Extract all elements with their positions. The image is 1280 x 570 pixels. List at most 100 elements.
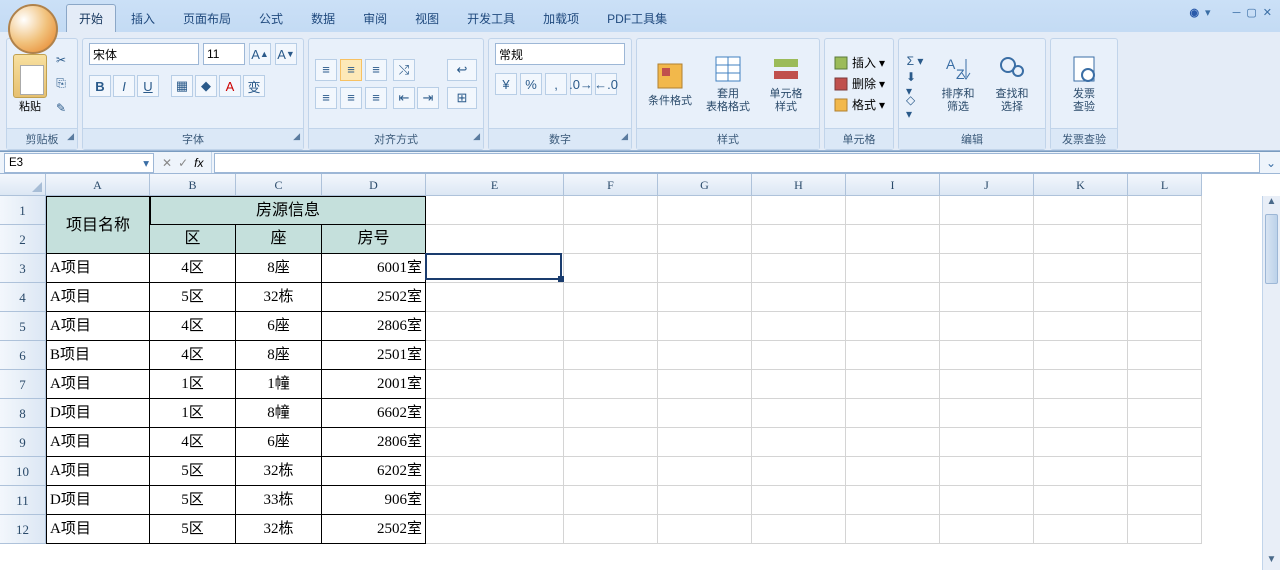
tab-PDF工具集[interactable]: PDF工具集	[594, 4, 680, 32]
insert-cells-button[interactable]: 插入 ▾	[831, 53, 887, 72]
cell-K10[interactable]	[1034, 457, 1128, 486]
cell-K9[interactable]	[1034, 428, 1128, 457]
cell-G7[interactable]	[658, 370, 752, 399]
cell-D12[interactable]: 2502室	[322, 515, 426, 544]
cell-F8[interactable]	[564, 399, 658, 428]
cell-C7[interactable]: 1幢	[236, 370, 322, 399]
col-header-B[interactable]: B	[150, 174, 236, 196]
cell-H8[interactable]	[752, 399, 846, 428]
cell-E8[interactable]	[426, 399, 564, 428]
find-select-button[interactable]: 查找和 选择	[985, 50, 1039, 117]
cell-A1[interactable]: 项目名称	[46, 196, 150, 254]
cell-J4[interactable]	[940, 283, 1034, 312]
cell-G8[interactable]	[658, 399, 752, 428]
align-top-icon[interactable]: ≡	[315, 59, 337, 81]
align-launcher-icon[interactable]: ◢	[473, 131, 480, 142]
cell-L10[interactable]	[1128, 457, 1202, 486]
copy-icon[interactable]: ⎘	[51, 74, 71, 94]
cell-G3[interactable]	[658, 254, 752, 283]
cell-L7[interactable]	[1128, 370, 1202, 399]
align-middle-icon[interactable]: ≡	[340, 59, 362, 81]
cell-J6[interactable]	[940, 341, 1034, 370]
cell-I5[interactable]	[846, 312, 940, 341]
tab-页面布局[interactable]: 页面布局	[170, 4, 244, 32]
cell-D2[interactable]: 房号	[322, 225, 426, 254]
cell-D11[interactable]: 906室	[322, 486, 426, 515]
cell-J8[interactable]	[940, 399, 1034, 428]
name-box[interactable]: E3 ▾	[4, 153, 154, 173]
fill-color-icon[interactable]: ◆	[195, 75, 217, 97]
cell-K5[interactable]	[1034, 312, 1128, 341]
font-color-icon[interactable]: A	[219, 75, 241, 97]
percent-format-icon[interactable]: %	[520, 73, 542, 95]
cell-D5[interactable]: 2806室	[322, 312, 426, 341]
col-header-K[interactable]: K	[1034, 174, 1128, 196]
cell-D6[interactable]: 2501室	[322, 341, 426, 370]
col-header-L[interactable]: L	[1128, 174, 1202, 196]
wrap-text-icon[interactable]: ↩	[447, 59, 477, 81]
row-header-8[interactable]: 8	[0, 399, 46, 428]
tab-视图[interactable]: 视图	[402, 4, 452, 32]
cell-D3[interactable]: 6001室	[322, 254, 426, 283]
cell-H1[interactable]	[752, 196, 846, 225]
col-header-C[interactable]: C	[236, 174, 322, 196]
cell-A3[interactable]: A项目	[46, 254, 150, 283]
cell-K12[interactable]	[1034, 515, 1128, 544]
align-bottom-icon[interactable]: ≡	[365, 59, 387, 81]
cell-H10[interactable]	[752, 457, 846, 486]
phonetic-icon[interactable]: 变	[243, 75, 265, 97]
cell-E2[interactable]	[426, 225, 564, 254]
orientation-icon[interactable]: ⤭	[393, 59, 415, 81]
cell-C8[interactable]: 8幢	[236, 399, 322, 428]
cell-E10[interactable]	[426, 457, 564, 486]
cell-E7[interactable]	[426, 370, 564, 399]
minimize-ribbon-icon[interactable]: ▾	[1205, 6, 1211, 19]
select-all-corner[interactable]	[0, 174, 46, 196]
cell-K4[interactable]	[1034, 283, 1128, 312]
row-header-2[interactable]: 2	[0, 225, 46, 254]
italic-icon[interactable]: I	[113, 75, 135, 97]
cell-D8[interactable]: 6602室	[322, 399, 426, 428]
scroll-up-icon[interactable]: ▲	[1263, 196, 1280, 212]
decrease-font-icon[interactable]: A▼	[275, 43, 297, 65]
cell-L9[interactable]	[1128, 428, 1202, 457]
cell-K6[interactable]	[1034, 341, 1128, 370]
cell-A6[interactable]: B项目	[46, 341, 150, 370]
row-header-9[interactable]: 9	[0, 428, 46, 457]
cell-H6[interactable]	[752, 341, 846, 370]
cell-I2[interactable]	[846, 225, 940, 254]
cell-C2[interactable]: 座	[236, 225, 322, 254]
cell-B10[interactable]: 5区	[150, 457, 236, 486]
cancel-formula-icon[interactable]: ✕	[162, 156, 172, 170]
cell-I7[interactable]	[846, 370, 940, 399]
cell-A5[interactable]: A项目	[46, 312, 150, 341]
cell-F9[interactable]	[564, 428, 658, 457]
cell-J1[interactable]	[940, 196, 1034, 225]
align-left-icon[interactable]: ≡	[315, 87, 337, 109]
cell-C5[interactable]: 6座	[236, 312, 322, 341]
cell-grid[interactable]: 项目名称房源信息区座房号A项目4区8座6001室A项目5区32栋2502室A项目…	[46, 196, 1262, 570]
cell-B2[interactable]: 区	[150, 225, 236, 254]
increase-decimal-icon[interactable]: .0→	[570, 73, 592, 95]
cell-K8[interactable]	[1034, 399, 1128, 428]
cell-B1[interactable]: 房源信息	[150, 196, 426, 225]
cell-K3[interactable]	[1034, 254, 1128, 283]
cell-styles-button[interactable]: 单元格 样式	[759, 50, 813, 117]
row-header-7[interactable]: 7	[0, 370, 46, 399]
cell-F7[interactable]	[564, 370, 658, 399]
cell-G11[interactable]	[658, 486, 752, 515]
cell-A10[interactable]: A项目	[46, 457, 150, 486]
paste-icon[interactable]	[13, 54, 47, 98]
clipboard-launcher-icon[interactable]: ◢	[67, 131, 74, 142]
cell-A12[interactable]: A项目	[46, 515, 150, 544]
tab-开发工具[interactable]: 开发工具	[454, 4, 528, 32]
cell-B11[interactable]: 5区	[150, 486, 236, 515]
cell-G2[interactable]	[658, 225, 752, 254]
cell-C6[interactable]: 8座	[236, 341, 322, 370]
col-header-G[interactable]: G	[658, 174, 752, 196]
cell-I8[interactable]	[846, 399, 940, 428]
cell-B7[interactable]: 1区	[150, 370, 236, 399]
invoice-check-button[interactable]: 发票 查验	[1057, 50, 1111, 117]
cell-J3[interactable]	[940, 254, 1034, 283]
cell-F3[interactable]	[564, 254, 658, 283]
